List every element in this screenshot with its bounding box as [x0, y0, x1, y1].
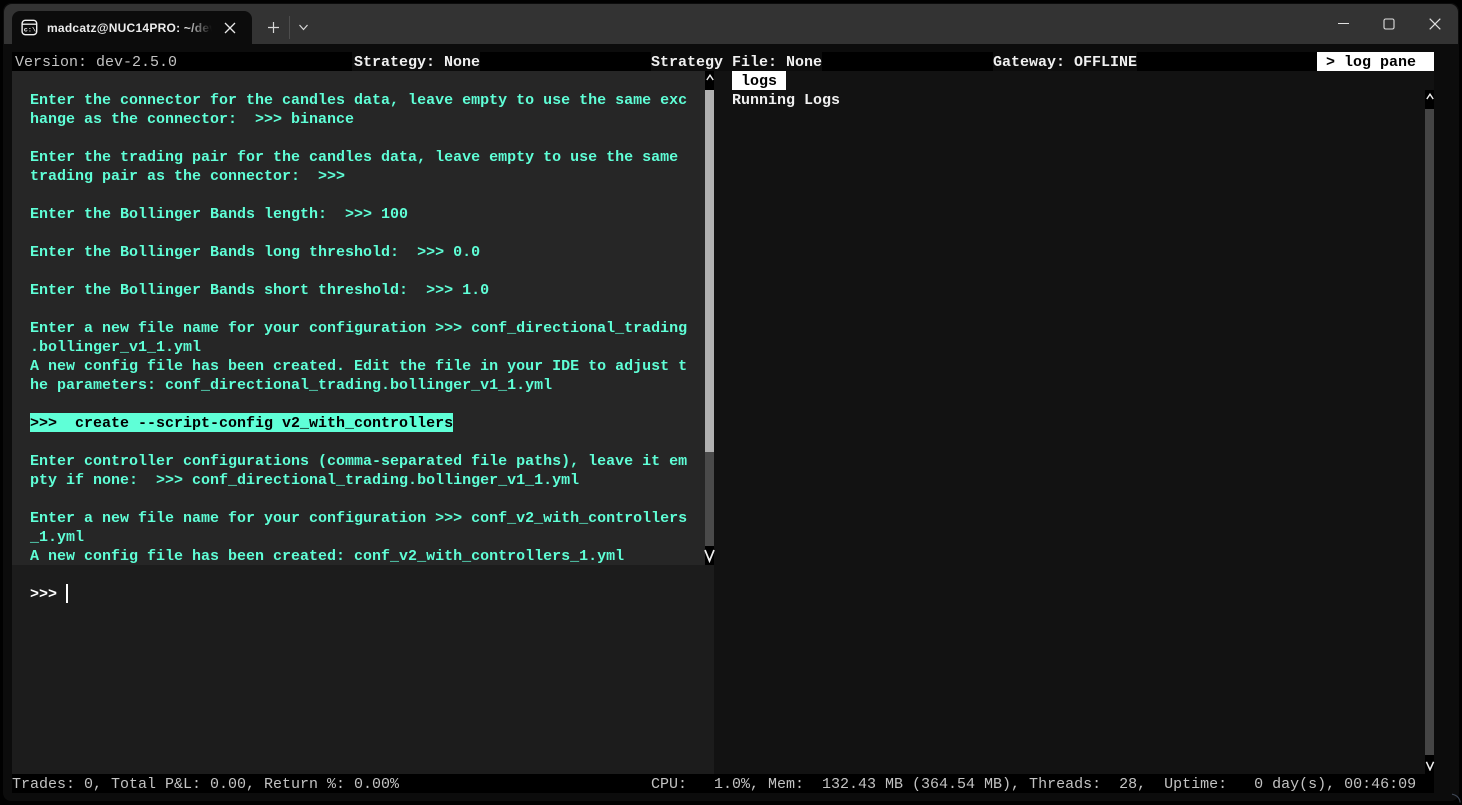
svg-text:c:\: c:\ [24, 26, 36, 34]
